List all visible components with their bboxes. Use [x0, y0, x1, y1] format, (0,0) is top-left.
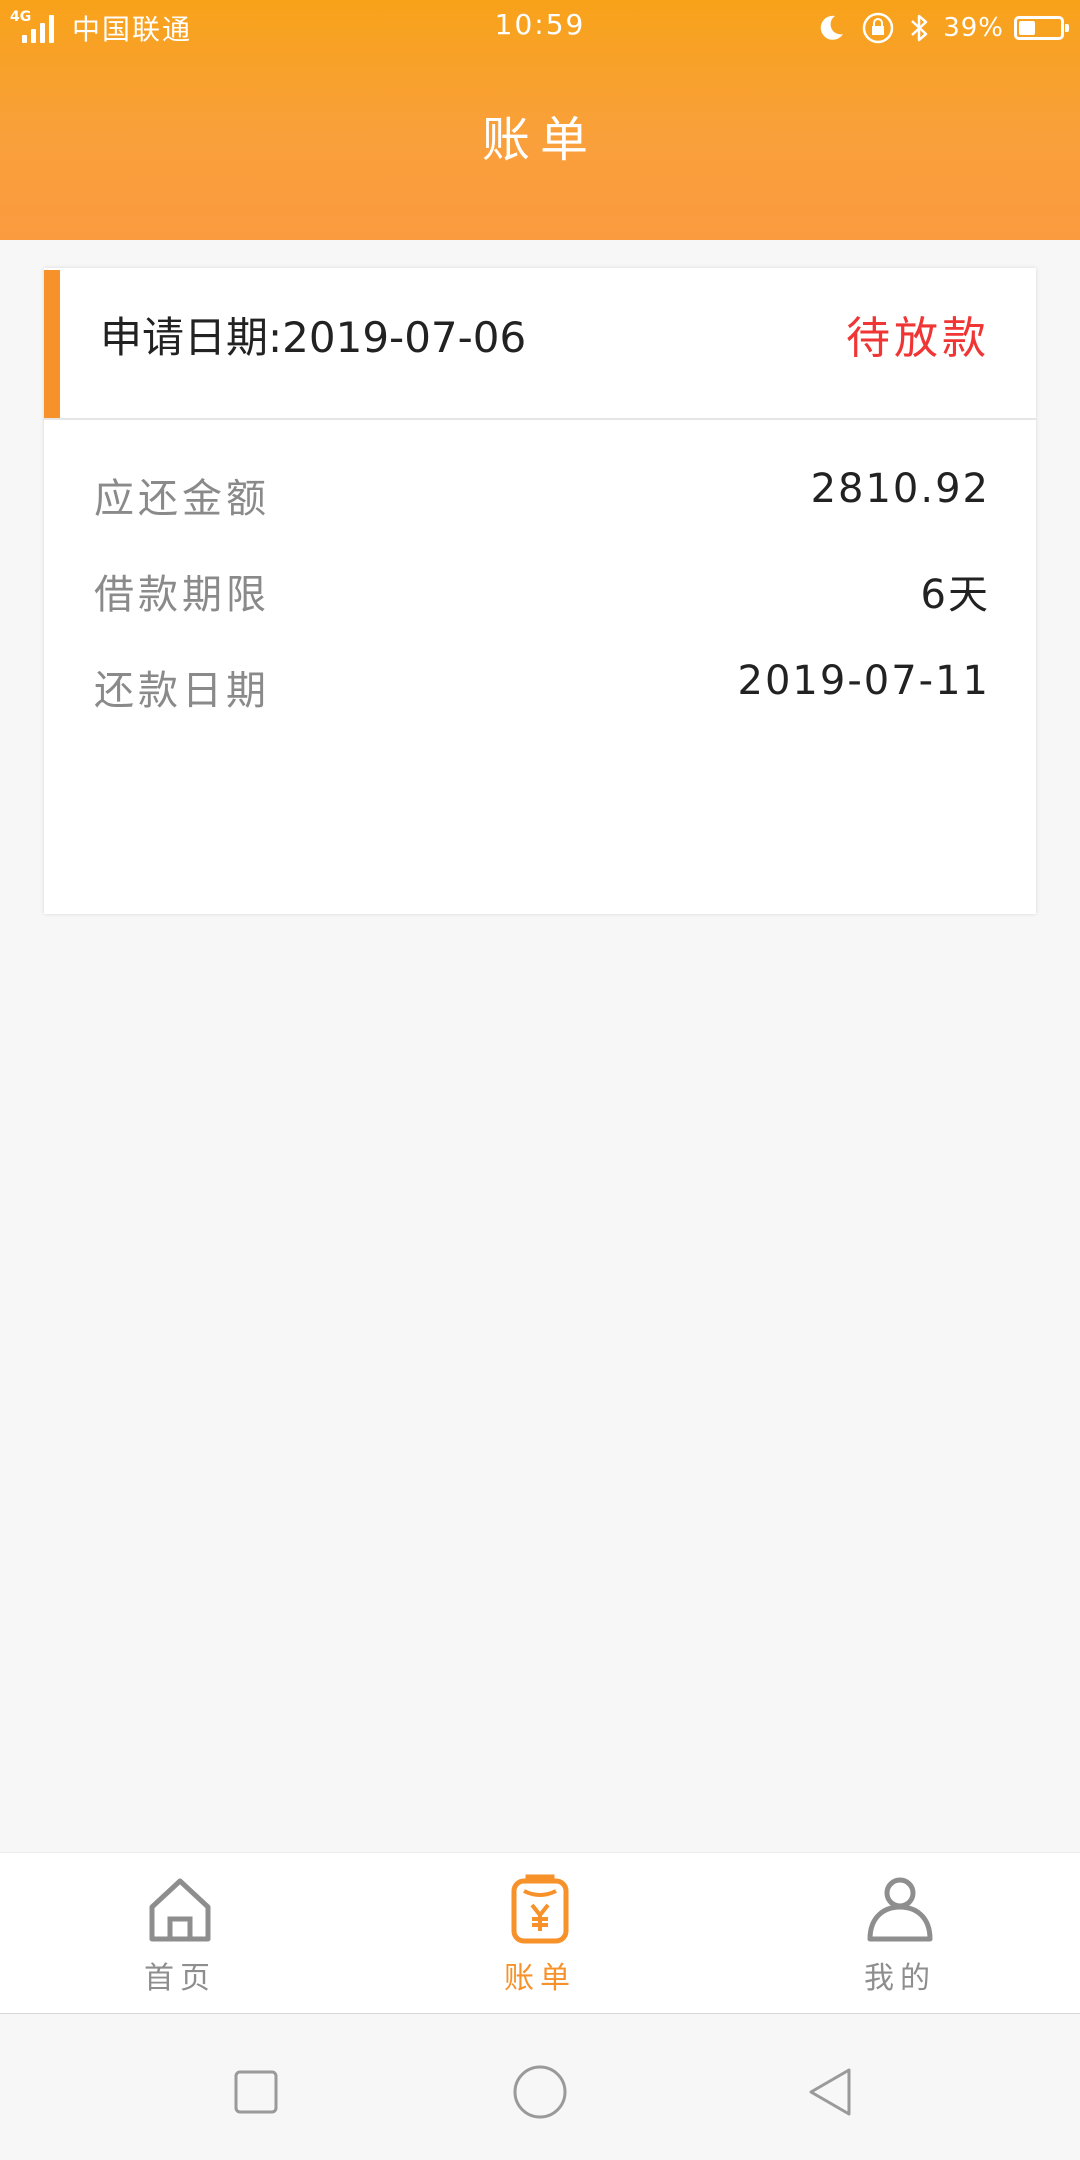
page-title: 账单: [481, 112, 598, 168]
amount-due-label: 应还金额: [94, 476, 270, 522]
rotation-lock-icon: [861, 11, 895, 45]
screen: 4G 中国联通 10:59 39% 账单 申请日期:2019-07-06 待放款…: [0, 0, 1080, 2160]
apply-date: 申请日期:2019-07-06: [100, 313, 527, 362]
bluetooth-icon: [909, 12, 931, 44]
header: 4G 中国联通 10:59 39% 账单: [0, 0, 1080, 240]
bill-card-header: 申请日期:2019-07-06 待放款: [44, 268, 1036, 420]
battery-fill: [1019, 21, 1035, 35]
due-date-value: 2019-07-11: [737, 658, 990, 704]
tab-home-label: 首页: [144, 1961, 216, 1996]
profile-icon: [800, 1873, 1000, 1949]
tab-profile[interactable]: 我的: [800, 1873, 1000, 1997]
detail-row-amount: 应还金额 2810.92: [94, 466, 990, 526]
card-accent-bar: [44, 270, 60, 418]
status-badge: 待放款: [846, 313, 990, 364]
detail-row-due-date: 还款日期 2019-07-11: [94, 658, 990, 718]
home-circle-icon[interactable]: [510, 2062, 570, 2122]
status-bar-right: 39%: [801, 8, 1069, 48]
status-bar: 4G 中国联通 10:59 39%: [0, 0, 1080, 56]
tab-home[interactable]: 首页: [80, 1873, 280, 1997]
back-icon[interactable]: [800, 2062, 860, 2122]
recent-apps-icon[interactable]: [226, 2062, 286, 2122]
tab-profile-label: 我的: [864, 1961, 936, 1996]
bill-icon: [440, 1873, 640, 1949]
loan-term-value: 6天: [920, 572, 990, 618]
tab-bar: 首页 账单 我的: [0, 1852, 1080, 2015]
loan-term-label: 借款期限: [94, 572, 270, 618]
battery-icon: [1014, 16, 1069, 40]
battery-percent: 39%: [943, 13, 1004, 43]
home-icon: [80, 1873, 280, 1949]
tab-bill[interactable]: 账单: [440, 1873, 640, 1997]
detail-row-term: 借款期限 6天: [94, 562, 990, 622]
system-nav-bar: [0, 2014, 1080, 2160]
amount-due-value: 2810.92: [810, 466, 990, 512]
due-date-label: 还款日期: [94, 668, 270, 714]
tab-bill-label: 账单: [504, 1961, 576, 1996]
moon-icon: [815, 12, 847, 44]
bill-card[interactable]: 申请日期:2019-07-06 待放款 应还金额 2810.92 借款期限 6天…: [44, 268, 1036, 914]
